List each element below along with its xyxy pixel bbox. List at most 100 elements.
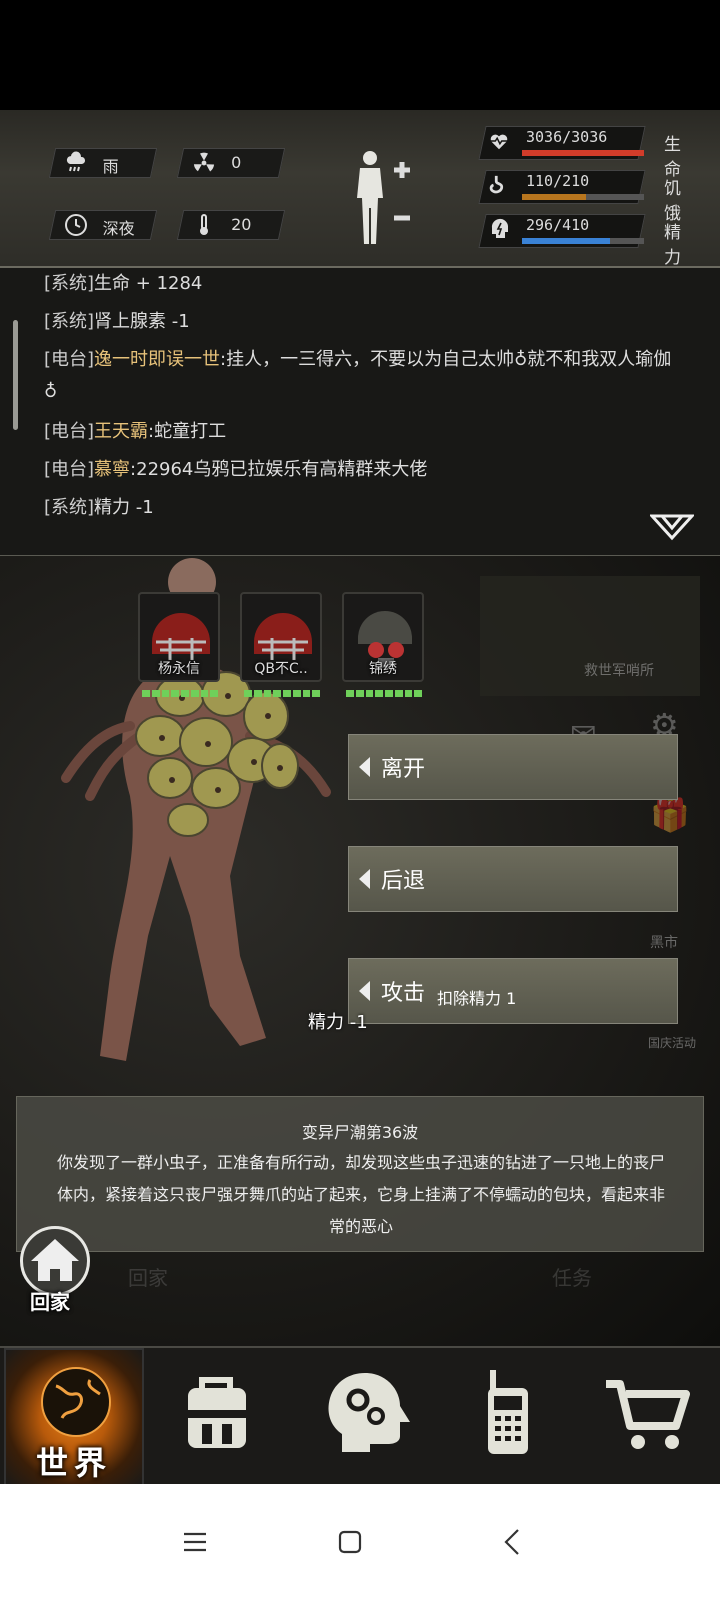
log-sender: 逸一时即误一世 [94, 349, 221, 370]
retreat-button[interactable]: 后退 [348, 846, 678, 912]
bottom-navigation: 世界 [0, 1346, 720, 1486]
radiation-value: 0 [231, 153, 242, 172]
body-status-button[interactable] [350, 148, 430, 248]
party-member[interactable]: 锦绣 [340, 592, 426, 702]
party-member-name: 杨永信 [158, 661, 200, 677]
log-text: 精力 -1 [94, 497, 154, 518]
nav-skills[interactable] [292, 1348, 432, 1486]
log-line: [系统]生命 + 1284 [44, 268, 684, 300]
menu-button[interactable] [176, 1522, 216, 1562]
nav-shop[interactable] [584, 1348, 720, 1486]
party-member[interactable]: 杨永信 [136, 592, 222, 702]
log-tag: [系统] [44, 497, 95, 518]
nav-radio[interactable] [438, 1348, 578, 1486]
battle-scene: 救世军哨所 ✉ ⚙ 🎁 黑市 国庆活动 杨永信 QB不C. [0, 556, 720, 1346]
party-hp-bar [142, 690, 218, 697]
hunger-value: 110/210 [526, 172, 590, 190]
log-text: 生命 + 1284 [94, 273, 203, 294]
attack-label: 攻击 [381, 981, 426, 1006]
nav-backpack[interactable] [146, 1348, 286, 1486]
party-hp-bar [244, 690, 320, 697]
life-bar [522, 150, 644, 156]
retreat-label: 后退 [381, 869, 426, 894]
event-description: 变异尸潮第36波 你发现了一群小虫子，正准备有所行动，却发现这些虫子迅速的钻进了… [16, 1096, 704, 1252]
life-stat: 3036/3036 生命 [478, 126, 694, 180]
weather-value: 雨 [102, 157, 119, 176]
energy-stat: 296/410 精力 [478, 214, 694, 268]
log-tag: [电台] [44, 421, 95, 442]
radiation-box: 0 [176, 148, 286, 178]
expand-log-button[interactable] [648, 512, 696, 542]
log-line: [电台]慕寧:22964乌鸦已拉娱乐有高精群来大佬 [44, 454, 684, 486]
energy-label: 精力 [664, 223, 681, 268]
log-scrollbar[interactable] [13, 320, 18, 430]
attack-cost-label: 扣除精力 1 [437, 989, 517, 1008]
home-system-button[interactable] [330, 1522, 370, 1562]
ghost-home-label: 回家 [128, 1266, 168, 1290]
party-member[interactable]: QB不C.. [238, 592, 324, 702]
walkie-talkie-icon [488, 1370, 528, 1454]
nav-world[interactable]: 世界 [4, 1348, 144, 1486]
body-figure-icon [357, 151, 410, 244]
lightning-head-icon [488, 218, 510, 242]
weather-box: 雨 [48, 148, 158, 178]
log-line: [电台]逸一时即误一世:挂人，一三得六，不要以为自己太帅♁就不和我双人瑜伽♁ [44, 344, 684, 408]
national-day-label: 国庆活动 [648, 1036, 697, 1050]
menu-lines-icon [184, 1532, 206, 1552]
radiation-icon [191, 151, 217, 175]
event-text: 你发现了一群小虫子，正准备有所行动，却发现这些虫子迅速的钻进了一只地上的丧尸体内… [57, 1153, 666, 1236]
shopping-cart-icon [606, 1380, 690, 1449]
floating-energy-message: 精力 -1 [308, 1012, 368, 1033]
chevron-left-icon [504, 1529, 519, 1555]
log-line: [电台]王天霸:蛇童打工 [44, 416, 684, 448]
triangle-left-icon [359, 981, 370, 1001]
heart-pulse-icon [488, 130, 510, 154]
party-hp-bar [346, 690, 422, 697]
double-chevron-down-icon [648, 514, 696, 541]
brain-gears-icon [328, 1373, 410, 1452]
log-tag: [电台] [44, 349, 95, 370]
backpack-icon [182, 1377, 252, 1448]
outpost-label: 救世军哨所 [584, 663, 654, 679]
party-member-name: 锦绣 [369, 661, 397, 677]
home-label: 回家 [30, 1290, 70, 1314]
leave-button[interactable]: 离开 [348, 734, 678, 800]
rain-cloud-icon [63, 151, 89, 175]
gift-icon: 🎁 [650, 796, 690, 834]
log-sender: 王天霸 [94, 421, 149, 442]
time-value: 深夜 [102, 219, 135, 238]
leave-label: 离开 [381, 757, 426, 782]
life-value: 3036/3036 [526, 128, 608, 146]
log-line: [系统]精力 -1 [44, 492, 684, 524]
status-panel: 雨 0 深夜 20 3036/3036 生命 110/210 饥饿 296/41… [0, 110, 720, 268]
log-text: 肾上腺素 -1 [94, 311, 190, 332]
triangle-left-icon [359, 869, 370, 889]
nav-world-label: 世界 [35, 1444, 112, 1482]
log-tag: [电台] [44, 459, 95, 480]
temperature-value: 20 [231, 215, 252, 234]
stomach-icon [488, 174, 510, 198]
clock-icon [63, 213, 89, 237]
log-tag: [系统] [44, 273, 95, 294]
event-title: 变异尸潮第36波 [301, 1123, 419, 1142]
party-member-name: QB不C.. [254, 661, 308, 677]
energy-value: 296/410 [526, 216, 590, 234]
energy-bar [522, 238, 644, 244]
square-icon [338, 1530, 362, 1554]
temperature-box: 20 [176, 210, 286, 240]
hunger-stat: 110/210 饥饿 [478, 170, 694, 224]
back-button[interactable] [494, 1522, 534, 1562]
triangle-left-icon [359, 757, 370, 777]
home-button[interactable]: 回家 [20, 1226, 92, 1326]
hunger-bar [522, 194, 644, 200]
thermometer-icon [191, 213, 217, 237]
log-text: :22964乌鸦已拉娱乐有高精群来大佬 [130, 459, 428, 480]
log-text: :蛇童打工 [148, 421, 227, 442]
attack-button[interactable]: 攻击 扣除精力 1 [348, 958, 678, 1024]
time-box: 深夜 [48, 210, 158, 240]
globe-icon [41, 1367, 111, 1437]
black-market-label: 黑市 [650, 935, 678, 951]
system-navigation-bar [0, 1484, 720, 1600]
log-line: [系统]肾上腺素 -1 [44, 306, 684, 338]
message-log[interactable]: [系统]生命 + 1284 [系统]肾上腺素 -1 [电台]逸一时即误一世:挂人… [0, 268, 720, 556]
